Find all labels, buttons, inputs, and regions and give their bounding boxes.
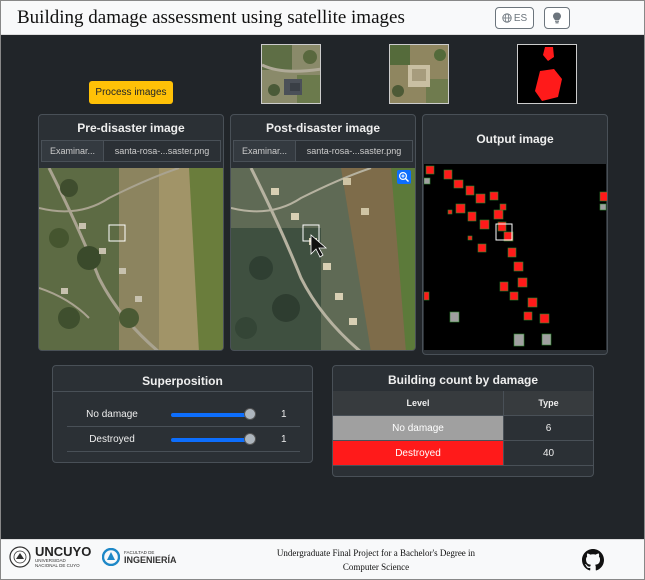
destroyed-slider-value: 1 [281, 434, 287, 445]
destroyed-count-cell: 40 [503, 441, 593, 465]
destroyed-opacity-slider[interactable] [171, 432, 256, 445]
pre-disaster-file-input[interactable]: Examinar... santa-rosa-...saster.png [41, 140, 221, 162]
no-damage-count-cell: 6 [503, 416, 593, 440]
superposition-card: Superposition No damage 1 Destroyed 1 [52, 365, 313, 463]
superposition-title: Superposition [53, 366, 312, 392]
building-count-title: Building count by damage [387, 373, 538, 387]
pre-disaster-thumbnail[interactable] [261, 44, 321, 104]
post-disaster-file-input[interactable]: Examinar... santa-rosa-...saster.png [233, 140, 413, 162]
post-disaster-title: Post-disaster image [265, 121, 381, 135]
footer-description: Undergraduate Final Project for a Bachel… [251, 546, 501, 574]
faculty-name: INGENIERÍA [124, 554, 177, 565]
destroyed-slider-label: Destroyed [89, 434, 135, 445]
faculty-logo[interactable]: FACULTAD DE INGENIERÍA [102, 548, 177, 566]
process-images-button[interactable]: Process images [89, 81, 173, 104]
faculty-emblem-icon [102, 548, 120, 566]
pre-disaster-card: Pre-disaster image Examinar... santa-ros… [38, 114, 224, 351]
university-name: UNCUYO [35, 544, 92, 559]
app-title: Building damage assessment using satelli… [17, 7, 405, 28]
post-disaster-file-name: santa-rosa-...saster.png [306, 146, 402, 156]
university-subtitle-2: NACIONAL DE CUYO [35, 563, 80, 568]
language-label: ES [513, 12, 528, 24]
output-title: Output image [476, 132, 554, 146]
pre-disaster-title: Pre-disaster image [77, 121, 185, 135]
no-damage-level-cell: No damage [333, 416, 503, 440]
no-damage-slider-value: 1 [281, 409, 287, 420]
table-row: Destroyed 40 [333, 441, 593, 466]
footer-line-2: Computer Science [342, 562, 410, 572]
footer: UNCUYO UNIVERSIDAD NACIONAL DE CUYO FACU… [1, 539, 644, 579]
post-disaster-thumbnail[interactable] [389, 44, 449, 104]
top-navbar: Building damage assessment using satelli… [1, 1, 644, 35]
destroyed-level-cell: Destroyed [333, 441, 503, 465]
zoom-in-icon[interactable] [397, 170, 411, 184]
output-image[interactable] [423, 164, 607, 350]
no-damage-opacity-slider[interactable] [171, 407, 256, 420]
post-disaster-image[interactable] [231, 168, 415, 350]
globe-icon [502, 13, 512, 23]
pre-disaster-browse-button[interactable]: Examinar... [42, 141, 104, 161]
post-disaster-card: Post-disaster image Examinar... santa-ro… [230, 114, 416, 351]
destroyed-slider-row: Destroyed 1 [67, 428, 300, 452]
no-damage-slider-handle[interactable] [244, 407, 256, 420]
column-header-level: Level [406, 398, 430, 408]
table-row: No damage 6 [333, 416, 593, 441]
building-count-card: Building count by damage Level Type No d… [332, 365, 594, 477]
lightbulb-icon [553, 12, 561, 24]
post-disaster-browse-button[interactable]: Examinar... [234, 141, 296, 161]
pre-disaster-image[interactable] [39, 168, 223, 350]
github-icon [582, 549, 604, 571]
table-header-row: Level Type [333, 391, 593, 416]
column-header-type: Type [503, 391, 593, 415]
no-damage-slider-row: No damage 1 [67, 403, 300, 427]
output-card: Output image [422, 114, 608, 355]
hint-button[interactable] [544, 7, 570, 29]
main-content: Process images Pre-disaster image Examin… [1, 35, 644, 539]
language-toggle-button[interactable]: ES [495, 7, 534, 29]
output-thumbnail[interactable] [517, 44, 577, 104]
university-seal-icon [9, 546, 31, 568]
no-damage-slider-label: No damage [86, 409, 138, 420]
pre-disaster-file-name: santa-rosa-...saster.png [114, 146, 210, 156]
destroyed-slider-handle[interactable] [244, 432, 256, 445]
uncuyo-logo[interactable]: UNCUYO UNIVERSIDAD NACIONAL DE CUYO [9, 544, 92, 568]
building-count-table: Level Type No damage 6 Destroyed 40 [333, 391, 593, 466]
footer-line-1: Undergraduate Final Project for a Bachel… [276, 548, 476, 558]
github-link[interactable] [582, 549, 604, 576]
